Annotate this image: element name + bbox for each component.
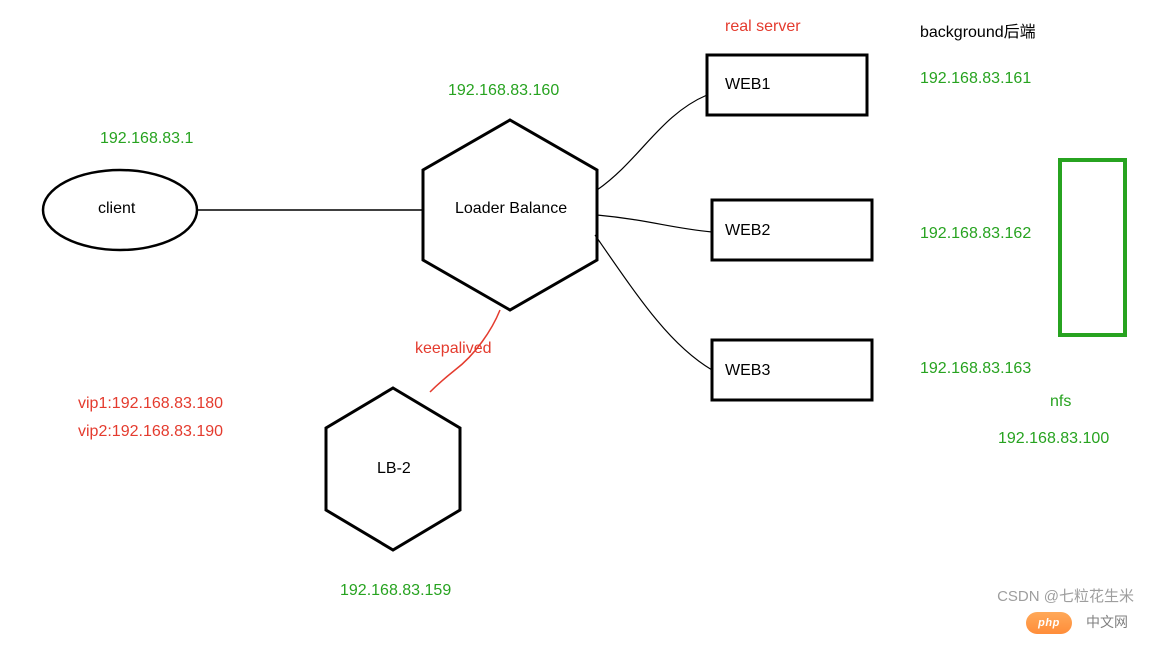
lb2-ip: 192.168.83.159 bbox=[340, 582, 451, 600]
web2-label: WEB2 bbox=[725, 222, 770, 240]
real-server-label: real server bbox=[725, 18, 801, 36]
nfs-label: nfs bbox=[1050, 393, 1071, 411]
lb1-label: Loader Balance bbox=[455, 200, 567, 218]
vip1-label: vip1:192.168.83.180 bbox=[78, 395, 223, 413]
background-label: background后端 bbox=[920, 18, 1036, 42]
keepalived-label: keepalived bbox=[415, 340, 492, 358]
nfs-node bbox=[1060, 160, 1125, 335]
client-label: client bbox=[98, 200, 135, 218]
csdn-watermark: CSDN @七粒花生米 bbox=[997, 585, 1134, 606]
diagram-stage: client Loader Balance LB-2 WEB1 WEB2 WEB… bbox=[0, 0, 1152, 648]
client-ip: 192.168.83.1 bbox=[100, 130, 193, 148]
web3-label: WEB3 bbox=[725, 362, 770, 380]
web1-ip: 192.168.83.161 bbox=[920, 70, 1031, 88]
edge-lb1-web1 bbox=[597, 95, 707, 190]
web3-ip: 192.168.83.163 bbox=[920, 360, 1031, 378]
lb1-ip: 192.168.83.160 bbox=[448, 82, 559, 100]
diagram-svg bbox=[0, 0, 1152, 648]
edge-lb1-web2 bbox=[597, 215, 712, 232]
web1-label: WEB1 bbox=[725, 76, 770, 94]
php-logo-icon: php bbox=[1026, 612, 1072, 634]
vip2-label: vip2:192.168.83.190 bbox=[78, 423, 223, 441]
php-cn-text: 中文网 bbox=[1086, 612, 1128, 632]
lb2-label: LB-2 bbox=[377, 460, 411, 478]
nfs-ip: 192.168.83.100 bbox=[998, 430, 1109, 448]
edge-lb1-web3 bbox=[595, 235, 712, 370]
php-logo-text: php bbox=[1038, 617, 1060, 629]
web2-ip: 192.168.83.162 bbox=[920, 225, 1031, 243]
